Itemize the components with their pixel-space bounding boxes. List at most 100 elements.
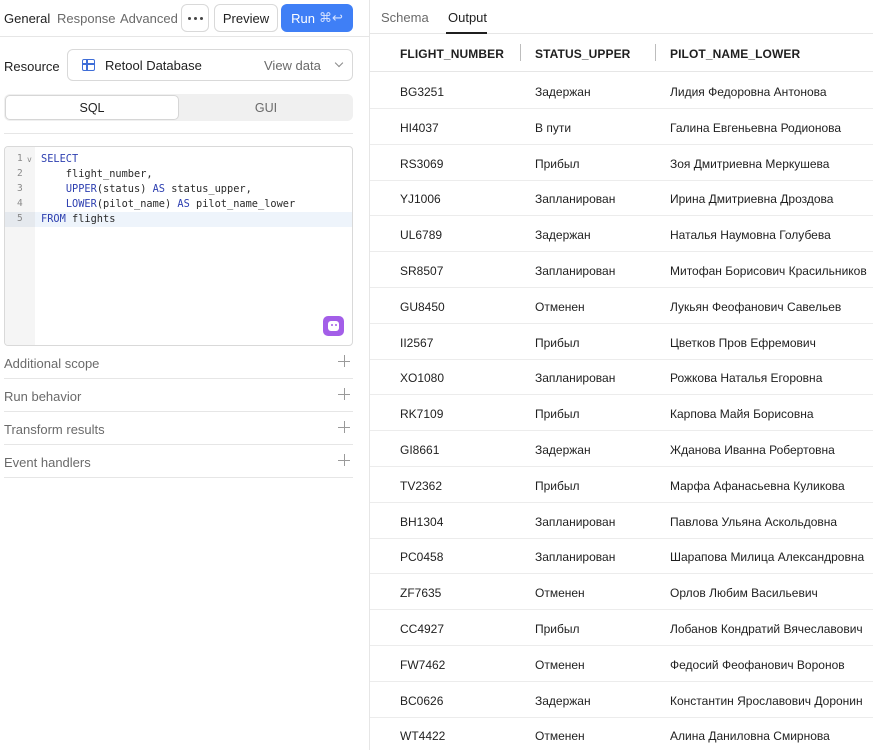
cell-status-upper: Запланирован	[535, 192, 616, 207]
resource-label: Resource	[4, 59, 60, 74]
section-label: Additional scope	[4, 356, 100, 371]
cell-pilot-name-lower: Орлов Любим Васильевич	[670, 586, 818, 601]
plus-icon[interactable]	[338, 421, 350, 433]
section-label: Transform results	[4, 422, 105, 437]
cell-pilot-name-lower: Лидия Федоровна Антонова	[670, 85, 827, 99]
cell-status-upper: Запланирован	[535, 550, 616, 565]
cell-status-upper: Прибыл	[535, 335, 580, 350]
cell-status-upper: Задержан	[535, 443, 591, 457]
cell-flight-number: BG3251	[400, 85, 445, 99]
tab-output[interactable]: Output	[448, 10, 487, 25]
cell-pilot-name-lower: Шарапова Милица Александровна	[670, 550, 865, 565]
tab-general[interactable]: General	[4, 11, 50, 26]
mode-gui-button[interactable]: GUI	[180, 95, 352, 120]
table-row[interactable]: ZF7635 Отменен Орлов Любим Васильевич	[370, 574, 873, 611]
plus-icon[interactable]	[338, 355, 350, 367]
table-row[interactable]: XO1080 Запланирован Рожкова Наталья Егоров…	[370, 359, 873, 396]
cell-status-upper: Запланирован	[535, 514, 616, 529]
cell-flight-number: GI8661	[400, 443, 440, 457]
mode-toggle: SQL GUI	[4, 94, 353, 121]
cell-flight-number: GU8450	[400, 299, 445, 314]
cell-pilot-name-lower: Павлова Ульяна Аскольдовна	[670, 514, 838, 529]
fold-chevron-icon[interactable]: v	[27, 155, 32, 164]
column-resize-handle[interactable]	[655, 44, 656, 61]
table-row[interactable]: PC0458 Запланирован Шарапова Милица Алекса…	[370, 538, 873, 575]
resource-select[interactable]: Retool Database View data	[67, 49, 353, 81]
tab-schema[interactable]: Schema	[381, 10, 429, 25]
cell-status-upper: Прибыл	[535, 407, 580, 422]
table-row[interactable]: UL6789 Задержан Наталья Наумовна Голубева	[370, 216, 873, 253]
tab-advanced[interactable]: Advanced	[120, 11, 178, 26]
ai-assist-button[interactable]	[323, 316, 344, 336]
sql-code-editor[interactable]: 1 v 2 3 4 5 SELECT flight_number, UPPER(…	[4, 146, 353, 346]
cell-flight-number: YJ1006	[400, 192, 441, 207]
robot-icon	[328, 321, 339, 331]
code-line: flight_number,	[41, 168, 153, 180]
cell-status-upper: Прибыл	[535, 478, 580, 493]
section-additional-scope[interactable]: Additional scope	[4, 346, 353, 379]
table-row[interactable]: BH1304 Запланирован Павлова Ульяна Аскольд…	[370, 503, 873, 539]
line-number: 3	[17, 183, 23, 194]
cell-pilot-name-lower: Алина Даниловна Смирнова	[670, 729, 830, 744]
cell-pilot-name-lower: Жданова Иванна Робертовна	[670, 443, 835, 457]
cell-status-upper: Отменен	[535, 657, 585, 672]
column-resize-handle[interactable]	[520, 44, 521, 61]
mode-sql-button[interactable]: SQL	[5, 95, 179, 120]
cell-pilot-name-lower: Ирина Дмитриевна Дроздова	[670, 192, 834, 207]
table-row[interactable]: RK7109 Прибыл Карпова Майя Борисовна	[370, 395, 873, 432]
table-row[interactable]: WT4422 Отменен Алина Даниловна Смирнова	[370, 717, 873, 750]
cell-status-upper: Прибыл	[535, 622, 580, 636]
code-line: FROM flights	[41, 213, 116, 225]
results-tabs: Schema Output	[370, 0, 873, 34]
cell-status-upper: Запланирован	[535, 371, 616, 386]
run-button[interactable]: Run ⌘↩	[281, 4, 353, 32]
cell-flight-number: CC4927	[400, 622, 445, 636]
section-label: Event handlers	[4, 455, 91, 470]
tab-response[interactable]: Response	[57, 11, 116, 26]
more-dots-icon	[187, 16, 191, 20]
table-row[interactable]: GI8661 Задержан Жданова Иванна Робертовна	[370, 431, 873, 467]
cell-pilot-name-lower: Лукьян Феофанович Савельев	[670, 299, 842, 314]
cell-pilot-name-lower: Лобанов Кондратий Вячеславович	[670, 622, 863, 636]
preview-button[interactable]: Preview	[214, 4, 278, 32]
plus-icon[interactable]	[338, 454, 350, 466]
query-editor-panel: General Response Advanced Preview Run ⌘↩…	[0, 0, 370, 750]
cell-flight-number: WT4422	[400, 729, 446, 744]
section-label: Run behavior	[4, 389, 82, 404]
table-row[interactable]: CC4927 Прибыл Лобанов Кондратий Вячеславов…	[370, 610, 873, 646]
chevron-down-icon[interactable]	[334, 58, 344, 68]
divider	[4, 133, 353, 134]
column-header-status-upper[interactable]: STATUS_UPPER	[535, 47, 630, 61]
table-row[interactable]: HI4037 В пути Галина Евгеньевна Родионова	[370, 109, 873, 145]
cell-pilot-name-lower: Марфа Афанасьевна Куликова	[670, 478, 845, 493]
resource-name: Retool Database	[105, 58, 202, 73]
table-row[interactable]: RS3069 Прибыл Зоя Дмитриевна Меркушева	[370, 145, 873, 181]
more-options-button[interactable]	[181, 4, 209, 32]
table-row[interactable]: YJ1006 Запланирован Ирина Дмитриевна Дрозд…	[370, 180, 873, 217]
table-row[interactable]: II2567 Прибыл Цветков Пров Ефремович	[370, 324, 873, 360]
table-row[interactable]: GU8450 Отменен Лукьян Феофанович Савельев	[370, 288, 873, 324]
plus-icon[interactable]	[338, 388, 350, 400]
cell-status-upper: В пути	[535, 120, 572, 135]
cell-flight-number: II2567	[400, 335, 434, 350]
cell-status-upper: Прибыл	[535, 156, 580, 171]
column-header-pilot-name-lower[interactable]: PILOT_NAME_LOWER	[670, 47, 800, 61]
table-row[interactable]: FW7462 Отменен Федосий Феофанович Воронов	[370, 646, 873, 682]
cell-status-upper: Задержан	[535, 228, 591, 243]
view-data-link[interactable]: View data	[264, 58, 321, 73]
table-row[interactable]: TV2362 Прибыл Марфа Афанасьевна Куликова	[370, 467, 873, 503]
cell-pilot-name-lower: Константин Ярославович Доронин	[670, 693, 863, 708]
section-transform-results[interactable]: Transform results	[4, 412, 353, 445]
database-icon	[82, 59, 95, 71]
table-row[interactable]: SR8507 Запланирован Митофан Борисович Крас…	[370, 252, 873, 288]
cell-flight-number: BC0626	[400, 693, 444, 708]
more-dot	[193, 16, 197, 20]
table-row[interactable]: BG3251 Задержан Лидия Федоровна Антонова	[370, 73, 873, 109]
line-number: 4	[17, 198, 23, 209]
table-row[interactable]: BC0626 Задержан Константин Ярославович Дор…	[370, 682, 873, 718]
section-run-behavior[interactable]: Run behavior	[4, 379, 353, 412]
column-header-flight-number[interactable]: FLIGHT_NUMBER	[400, 47, 504, 61]
cell-flight-number: XO1080	[400, 371, 445, 386]
table-header: FLIGHT_NUMBER STATUS_UPPER PILOT_NAME_LO…	[370, 34, 873, 72]
section-event-handlers[interactable]: Event handlers	[4, 445, 353, 478]
